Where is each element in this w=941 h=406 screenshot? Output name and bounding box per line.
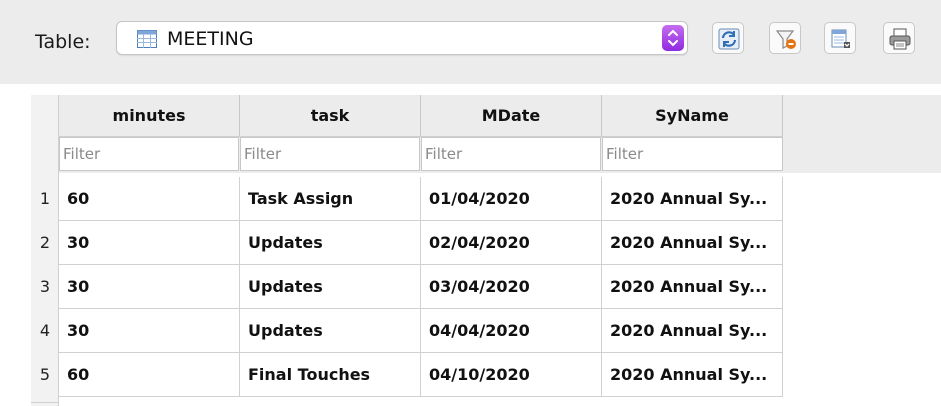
table-label: Table: [35,31,91,53]
table-cell-mdate[interactable]: 02/04/2020 [421,221,602,265]
refresh-button[interactable] [712,22,744,54]
table-cell-task[interactable]: Final Touches [240,353,421,397]
column-header-mdate[interactable]: MDate [421,95,602,137]
table-icon [137,30,157,52]
save-export-icon [831,29,850,48]
toolbar: Table: MEETING [0,0,941,84]
save-results-button[interactable] [824,22,856,54]
table-cell-syname[interactable]: 2020 Annual Sy... [602,177,783,221]
filter-cell-mdate [421,137,601,171]
print-icon [889,28,911,50]
table-cell-syname[interactable]: 2020 Annual Sy... [602,309,783,353]
table-cell-task[interactable]: Updates [240,265,421,309]
table-cell-mdate[interactable]: 04/04/2020 [421,309,602,353]
table-cell-mdate[interactable]: 04/10/2020 [421,353,602,397]
filter-cell-minutes [59,137,239,171]
column-header-minutes[interactable]: minutes [59,95,240,137]
row-number[interactable]: 1 [31,177,59,221]
filter-input-task[interactable] [241,138,419,170]
table-cell-syname[interactable]: 2020 Annual Sy... [602,353,783,397]
table-cell-syname[interactable]: 2020 Annual Sy... [602,221,783,265]
grid-divider [31,402,59,403]
table-cell-syname[interactable]: 2020 Annual Sy... [602,265,783,309]
table-cell-task[interactable]: Task Assign [240,177,421,221]
table-cell-minutes[interactable]: 30 [59,221,240,265]
table-cell-minutes[interactable]: 30 [59,309,240,353]
clear-filters-button[interactable] [769,22,801,54]
column-header-task[interactable]: task [240,95,421,137]
selected-table-name: MEETING [167,28,254,50]
row-number[interactable]: 3 [31,265,59,309]
refresh-icon [718,28,740,50]
filter-cell-task [240,137,420,171]
table-cell-minutes[interactable]: 60 [59,353,240,397]
table-cell-minutes[interactable]: 60 [59,177,240,221]
row-number[interactable]: 5 [31,353,59,397]
filter-input-minutes[interactable] [60,138,238,170]
clear-filter-icon [775,30,796,49]
table-cell-mdate[interactable]: 03/04/2020 [421,265,602,309]
table-cell-task[interactable]: Updates [240,309,421,353]
table-selector[interactable]: MEETING [116,21,688,55]
filter-cell-syname [602,137,783,171]
table-cell-task[interactable]: Updates [240,221,421,265]
table-cell-minutes[interactable]: 30 [59,265,240,309]
row-number[interactable]: 4 [31,309,59,353]
column-header-syname[interactable]: SyName [602,95,783,137]
filter-input-syname[interactable] [603,138,782,170]
table-cell-mdate[interactable]: 01/04/2020 [421,177,602,221]
row-number[interactable]: 2 [31,221,59,265]
chevron-updown-icon[interactable] [662,25,684,51]
print-button[interactable] [883,22,915,54]
filter-input-mdate[interactable] [422,138,600,170]
